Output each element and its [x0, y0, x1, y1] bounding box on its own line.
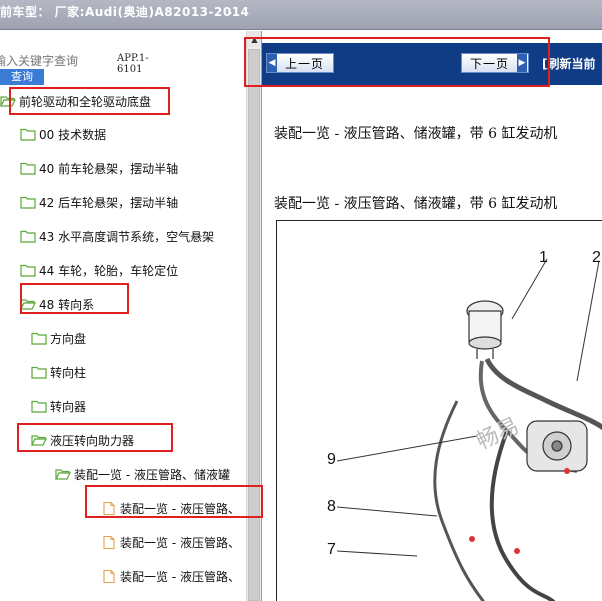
folder-icon	[20, 162, 36, 175]
document-icon	[103, 569, 115, 583]
folder-icon	[31, 366, 47, 379]
highlight-steering-node	[20, 283, 129, 314]
folder-icon	[20, 196, 36, 209]
tree-item-steering-column[interactable]: 转向柱	[31, 362, 86, 382]
callout-7: 7	[327, 541, 336, 558]
folder-icon	[31, 400, 47, 413]
tree-item-label: 43 水平高度调节系统，空气悬架	[39, 229, 215, 244]
refresh-current-link[interactable]: [刷新当前	[542, 55, 596, 72]
tree-item-assembly-overview[interactable]: 装配一览 - 液压管路、储液罐	[55, 464, 245, 484]
folder-icon	[20, 264, 36, 277]
highlight-doc-node	[85, 485, 263, 518]
exploded-view-figure: 1 2 9 8 7 畅易	[276, 220, 602, 601]
document-heading: 装配一览 - 液压管路、储液罐，带 6 缸发动机	[274, 126, 558, 142]
tree-item-00[interactable]: 00 技术数据	[20, 124, 106, 144]
highlight-root-node	[9, 87, 170, 115]
document-viewer: ◀ 上一页 下一页 ▶ [刷新当前 装配一览 - 液压管路、储液罐，带 6 缸发…	[261, 31, 602, 601]
figure-heading: 装配一览 - 液压管路、储液罐，带 6 缸发动机	[274, 196, 558, 212]
tree-item-label: 方向盘	[50, 331, 87, 346]
callout-1: 1	[539, 249, 548, 266]
tree-item-label: 40 前车轮悬架，摆动半轴	[39, 161, 179, 176]
tree-item-label: 转向器	[50, 399, 87, 414]
tree-item-40[interactable]: 40 前车轮悬架，摆动半轴	[20, 158, 178, 178]
folder-icon	[31, 332, 47, 345]
tree-item-steering-gear[interactable]: 转向器	[31, 396, 86, 416]
callout-2: 2	[592, 249, 601, 266]
tree-item-label: 00 技术数据	[39, 127, 107, 142]
scroll-thumb[interactable]	[248, 49, 260, 601]
highlight-power-steering-node	[17, 423, 173, 452]
highlight-navigation	[244, 37, 550, 87]
tree-item-label: 转向柱	[50, 365, 87, 380]
tree-item-42[interactable]: 42 后车轮悬架，摆动半轴	[20, 192, 178, 212]
callout-9: 9	[327, 451, 336, 468]
window-title: 前车型： 厂家:Audi(奥迪)A82013-2014	[0, 5, 250, 19]
tree-item-steering-wheel[interactable]: 方向盘	[31, 328, 86, 348]
tree-item-44[interactable]: 44 车轮，轮胎，车轮定位	[20, 260, 178, 280]
tree-doc-item[interactable]: 装配一览 - 液压管路、	[101, 532, 246, 552]
tree-item-label: 装配一览 - 液压管路、	[120, 569, 240, 584]
callout-8: 8	[327, 498, 336, 515]
hydraulic-lines-drawing	[336, 258, 602, 601]
window-title-bar: 前车型： 厂家:Audi(奥迪)A82013-2014 .	[0, 0, 602, 30]
tree-doc-item[interactable]: 装配一览 - 液压管路、	[101, 566, 246, 586]
folder-open-icon	[55, 468, 71, 480]
document-icon	[103, 535, 115, 549]
tree-item-label: 42 后车轮悬架，摆动半轴	[39, 195, 179, 210]
tree-item-label: 44 车轮，轮胎，车轮定位	[39, 263, 179, 278]
tree-item-label: 装配一览 - 液压管路、储液罐	[74, 467, 230, 482]
tree-item-label: 装配一览 - 液压管路、	[120, 535, 240, 550]
title-dot: .	[228, 3, 233, 17]
tree-item-43[interactable]: 43 水平高度调节系统，空气悬架	[20, 226, 214, 246]
folder-icon	[20, 128, 36, 141]
folder-icon	[20, 230, 36, 243]
